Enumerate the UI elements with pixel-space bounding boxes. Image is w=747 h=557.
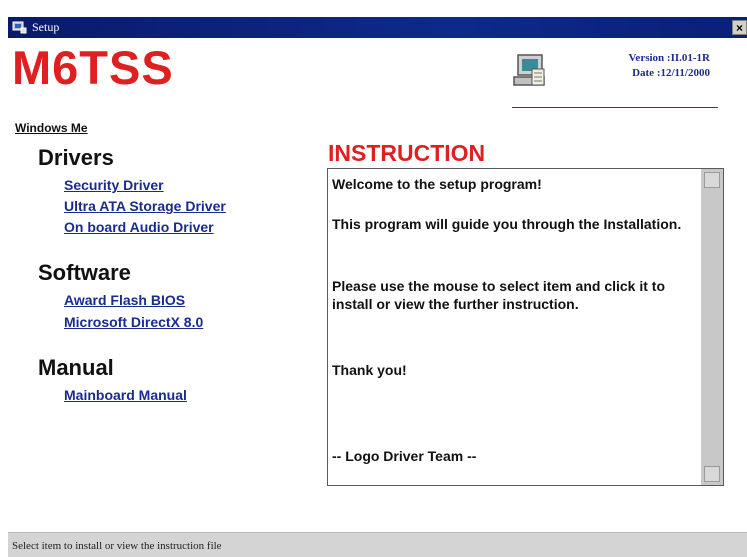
vertical-scrollbar[interactable] xyxy=(701,169,723,485)
version-info: Version :II.01-1R Date :12/11/2000 xyxy=(560,51,711,81)
window-title: Setup xyxy=(32,20,60,34)
app-title: M6TSS xyxy=(12,41,174,94)
link-ultra-ata-storage-driver[interactable]: Ultra ATA Storage Driver xyxy=(64,198,226,214)
instruction-paragraph: Please use the mouse to select item and … xyxy=(332,278,666,312)
os-label: Windows Me xyxy=(15,121,88,135)
link-onboard-audio-driver[interactable]: On board Audio Driver xyxy=(64,219,214,235)
instruction-paragraph: -- Logo Driver Team -- xyxy=(332,448,477,464)
instruction-paragraph: This program will guide you through the … xyxy=(332,216,682,232)
title-bar[interactable]: Setup × xyxy=(8,17,747,38)
instruction-heading: INSTRUCTION xyxy=(328,140,486,166)
version-divider xyxy=(512,107,718,108)
link-award-flash-bios[interactable]: Award Flash BIOS xyxy=(64,292,185,308)
close-button[interactable]: × xyxy=(732,20,747,35)
link-mainboard-manual[interactable]: Mainboard Manual xyxy=(64,387,187,403)
section-heading-manual: Manual xyxy=(38,355,114,380)
instruction-paragraph: Welcome to the setup program! xyxy=(332,176,542,192)
date-text: Date :12/11/2000 xyxy=(632,67,710,79)
link-security-driver[interactable]: Security Driver xyxy=(64,177,164,193)
link-microsoft-directx[interactable]: Microsoft DirectX 8.0 xyxy=(64,314,203,330)
scroll-down-button[interactable] xyxy=(704,466,720,482)
section-heading-software: Software xyxy=(38,260,131,285)
version-text: Version :II.01-1R xyxy=(628,52,711,64)
scroll-up-button[interactable] xyxy=(704,172,720,188)
section-heading-drivers: Drivers xyxy=(38,145,114,170)
status-text: Select item to install or view the instr… xyxy=(12,540,222,552)
setup-computer-icon xyxy=(512,51,552,91)
instruction-textbox[interactable]: Welcome to the setup program! This progr… xyxy=(327,168,724,486)
instruction-paragraph: Thank you! xyxy=(332,362,407,378)
setup-icon xyxy=(12,21,27,34)
status-bar: Select item to install or view the instr… xyxy=(8,532,747,557)
